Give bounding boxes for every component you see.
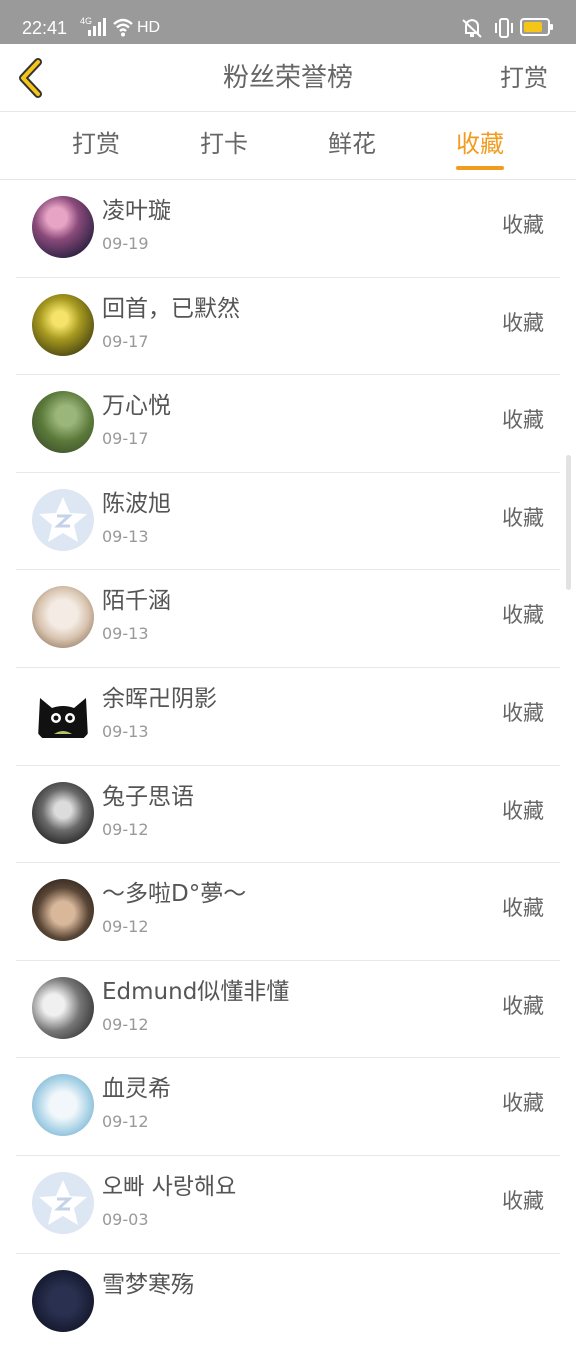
tab-underline [456,166,504,170]
list-item[interactable]: Edmund似懂非懂 09-12 收藏 [16,961,560,1059]
fan-action-type: 收藏 [502,700,544,725]
fan-date: 09-12 [102,1014,149,1034]
list-item[interactable]: 回首，已默然 09-17 收藏 [16,278,560,376]
fan-name: 凌叶璇 [102,198,171,224]
fan-action-type: 收藏 [502,310,544,335]
vibrate-icon [492,16,516,45]
fan-date: 09-13 [102,721,149,741]
tab-flowers[interactable]: 鲜花 [312,128,392,160]
tab-label: 打卡 [200,130,248,158]
fan-name: 回首，已默然 [102,295,240,322]
avatar[interactable] [32,683,94,746]
list-item[interactable]: 余晖卍阴影 09-13 收藏 [16,668,560,766]
tab-favorites[interactable]: 收藏 [440,128,520,170]
tab-label: 打赏 [72,130,120,158]
default-avatar-icon [39,496,87,542]
fan-date: 09-13 [102,624,149,644]
list-item[interactable]: 오빠 사랑해요 09-03 收藏 [16,1156,560,1254]
list-item[interactable]: 雪梦寒殇 [16,1254,560,1351]
reward-button[interactable]: 打赏 [500,62,548,94]
fan-action-type: 收藏 [502,213,544,237]
page-title: 粉丝荣誉榜 [222,63,353,93]
fan-date: 09-19 [102,234,149,253]
list-item[interactable]: 陈波旭 09-13 收藏 [16,473,560,571]
fan-date: 09-13 [102,526,149,546]
fan-date: 09-12 [102,819,149,839]
avatar[interactable] [32,488,94,551]
status-time: 22:41 [22,18,68,38]
avatar[interactable] [32,781,94,844]
fan-name: ～多啦D°夢～ [102,881,247,908]
list-item[interactable]: 陌千涵 09-13 收藏 [16,570,560,668]
avatar[interactable] [32,1171,94,1234]
fan-name: 陈波旭 [102,490,171,517]
fan-list: 凌叶璇 09-19 收藏 回首，已默然 09-17 收藏 万心悦 09-17 收… [0,180,576,1351]
tab-bar: 打赏 打卡 鲜花 收藏 [0,112,576,180]
avatar[interactable] [32,586,94,649]
fan-name: 万心悦 [102,393,171,420]
avatar[interactable] [32,976,94,1039]
fan-name: 雪梦寒殇 [102,1271,194,1298]
fan-name: Edmund似懂非懂 [102,978,290,1005]
fan-date: 09-12 [102,1112,149,1132]
list-item[interactable]: ～多啦D°夢～ 09-12 收藏 [16,863,560,961]
list-item[interactable]: 血灵希 09-12 收藏 [16,1058,560,1156]
fan-action-type: 收藏 [502,408,544,433]
fan-date: 09-12 [102,917,149,937]
fan-name: 兔子思语 [102,783,194,810]
fan-action-type: 收藏 [502,993,544,1018]
fan-date: 09-17 [102,331,149,351]
page-header: 粉丝荣誉榜 打赏 [0,44,576,112]
fan-date: 09-03 [102,1209,149,1229]
fan-action-type: 收藏 [502,896,544,921]
fan-action-type: 收藏 [502,798,544,823]
avatar[interactable] [32,879,94,942]
fan-name: 陌千涵 [102,588,171,615]
scrollbar[interactable] [566,455,571,590]
default-avatar-icon [39,1179,87,1225]
fan-action-type: 收藏 [502,603,544,628]
avatar[interactable] [32,391,94,454]
avatar[interactable] [32,1269,94,1332]
signal-icon [88,18,106,36]
wifi-icon [112,16,134,43]
fan-name: 血灵希 [102,1076,171,1103]
list-item[interactable]: 万心悦 09-17 收藏 [16,375,560,473]
fan-action-type: 收藏 [502,1091,544,1116]
avatar[interactable] [32,196,94,258]
fan-name: 오빠 사랑해요 [102,1173,237,1200]
list-item[interactable]: 兔子思语 09-12 收藏 [16,766,560,864]
battery-icon [520,18,553,36]
tab-reward[interactable]: 打赏 [56,128,136,160]
hd-indicator: HD [137,19,161,36]
fan-action-type: 收藏 [502,1188,544,1213]
mute-icon [460,16,484,45]
fan-date: 09-17 [102,429,149,449]
avatar[interactable] [32,1074,94,1137]
black-cat-avatar-icon [38,697,88,738]
status-bar: 22:41 4G HD [0,0,576,44]
tab-label: 收藏 [456,130,504,158]
avatar[interactable] [32,293,94,356]
fan-action-type: 收藏 [502,505,544,530]
tab-checkin[interactable]: 打卡 [184,128,264,160]
tab-label: 鲜花 [328,130,376,158]
fan-name: 余晖卍阴影 [102,685,217,712]
list-item[interactable]: 凌叶璇 09-19 收藏 [16,180,560,278]
